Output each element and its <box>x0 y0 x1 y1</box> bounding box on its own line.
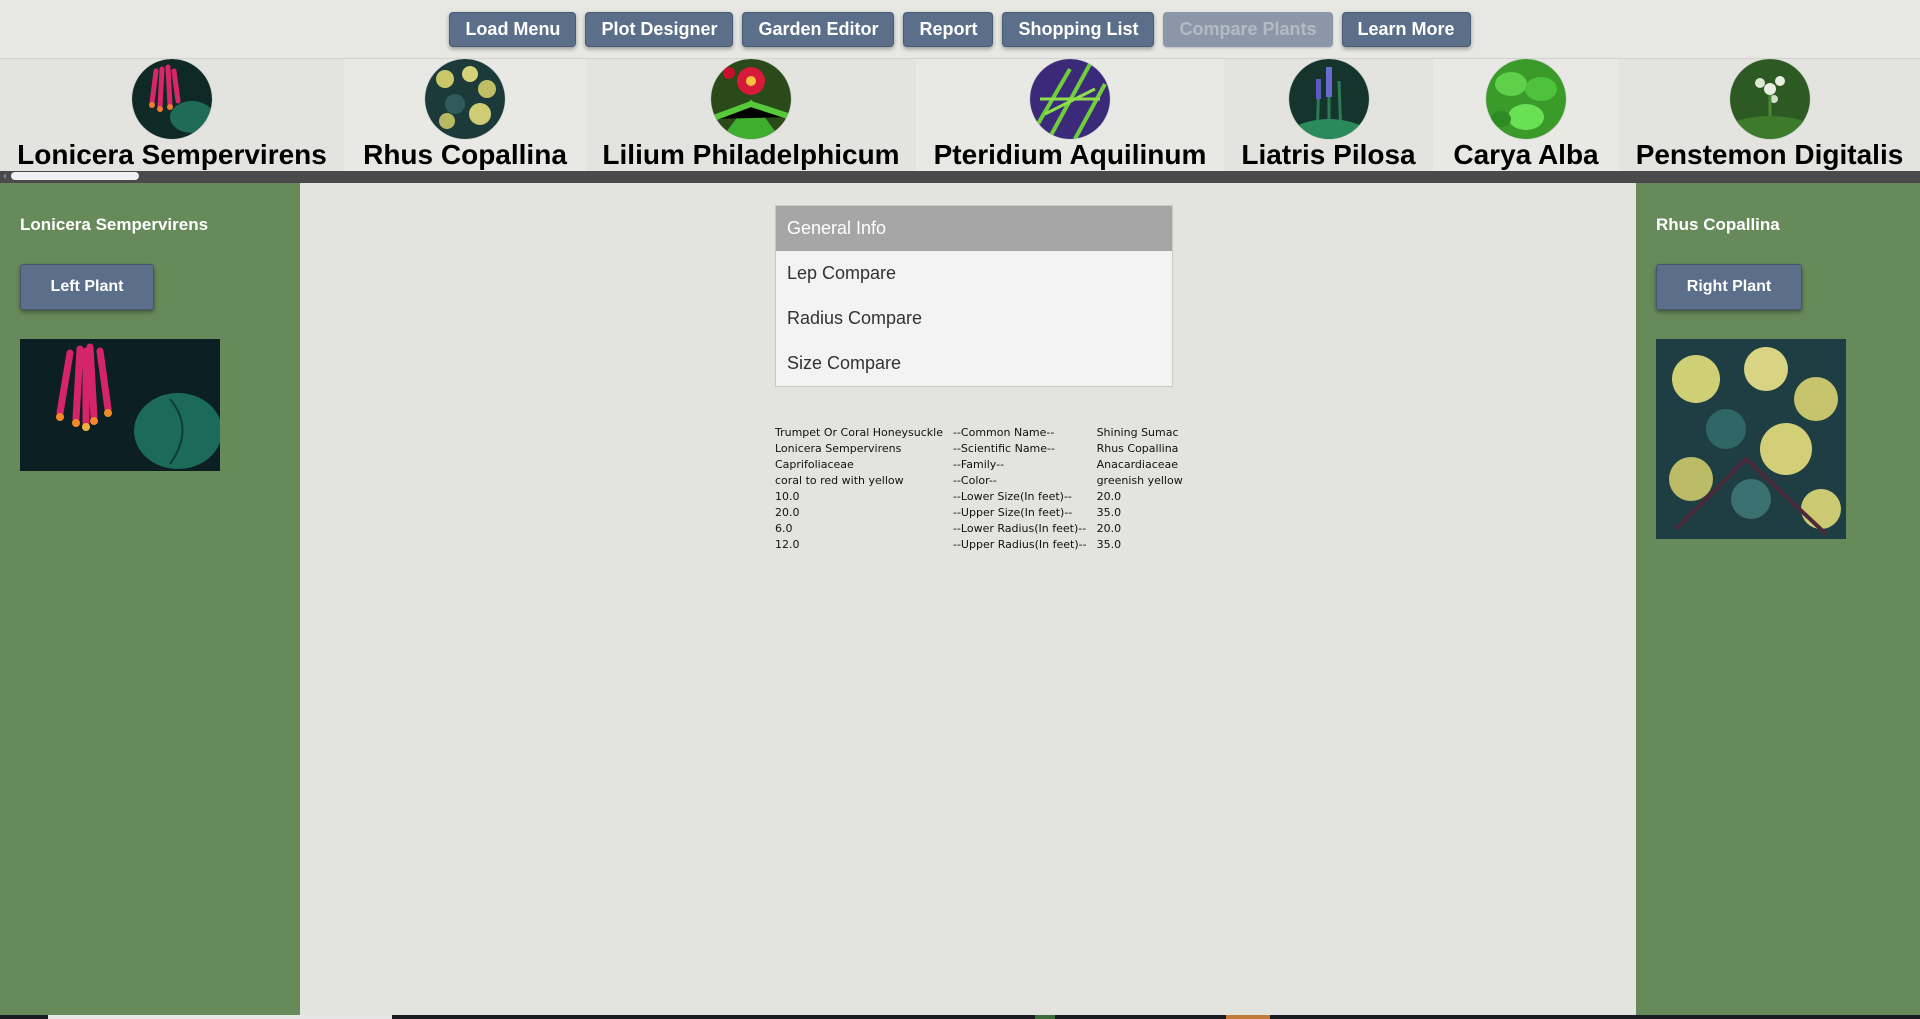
right-plant-image <box>1656 339 1846 539</box>
comparison-table: Trumpet Or Coral Honeysuckle --Common Na… <box>775 425 1193 553</box>
load-menu-button[interactable]: Load Menu <box>449 12 577 47</box>
right-value: 35.0 <box>1096 538 1122 551</box>
plant-card[interactable]: Liatris Pilosa <box>1224 59 1433 171</box>
right-plant-button[interactable]: Right Plant <box>1656 264 1802 310</box>
attribute-label: --Common Name-- <box>952 426 1055 439</box>
plant-name: Lonicera Sempervirens <box>17 139 327 170</box>
learn-more-button[interactable]: Learn More <box>1341 12 1471 47</box>
attribute-label: --Upper Radius(In feet)-- <box>952 538 1087 551</box>
scrollbar-thumb[interactable] <box>11 172 139 180</box>
table-row: 12.0 --Upper Radius(In feet)-- 35.0 <box>775 537 1193 553</box>
right-plant-title: Rhus Copallina <box>1656 215 1780 234</box>
scroll-left-arrow-icon[interactable]: ‹ <box>0 171 10 183</box>
right-plant-panel: Rhus Copallina Right Plant <box>1636 183 1920 1019</box>
attribute-label: --Family-- <box>952 458 1005 471</box>
taskbar-segment <box>1226 1015 1270 1019</box>
shopping-list-button[interactable]: Shopping List <box>1002 12 1155 47</box>
plant-thumbnail <box>1030 59 1110 139</box>
table-row: Lonicera Sempervirens --Scientific Name-… <box>775 441 1193 457</box>
plant-name: Pteridium Aquilinum <box>933 139 1207 170</box>
table-row: 6.0 --Lower Radius(In feet)-- 20.0 <box>775 521 1193 537</box>
right-value: Anacardiaceae <box>1096 458 1179 471</box>
plant-strip: Lonicera Sempervirens Rhus Copallina Lil… <box>0 59 1920 171</box>
left-value: Trumpet Or Coral Honeysuckle <box>775 426 943 439</box>
plant-card[interactable]: Penstemon Digitalis <box>1619 59 1920 171</box>
plant-thumbnail <box>1486 59 1566 139</box>
plant-card[interactable]: Rhus Copallina <box>344 59 586 171</box>
taskbar-segment <box>1035 1015 1055 1019</box>
report-button[interactable]: Report <box>903 12 994 47</box>
tab-lep-compare[interactable]: Lep Compare <box>776 251 1172 296</box>
plant-name: Lilium Philadelphicum <box>602 139 900 170</box>
taskbar-segment <box>48 1015 392 1019</box>
plant-name: Liatris Pilosa <box>1241 139 1416 170</box>
plant-strip-scrollbar[interactable]: ‹ <box>0 171 1920 183</box>
attribute-label: --Lower Radius(In feet)-- <box>952 522 1087 535</box>
attribute-label: --Upper Size(In feet)-- <box>952 506 1073 519</box>
tab-size-compare[interactable]: Size Compare <box>776 341 1172 386</box>
plant-card[interactable]: Pteridium Aquilinum <box>916 59 1224 171</box>
left-value: 12.0 <box>775 538 800 551</box>
left-plant-panel: Lonicera Sempervirens Left Plant <box>0 183 300 1019</box>
top-nav-bar: Load Menu Plot Designer Garden Editor Re… <box>0 0 1920 59</box>
tab-general-info[interactable]: General Info <box>776 206 1172 251</box>
plant-card[interactable]: Lilium Philadelphicum <box>586 59 916 171</box>
garden-editor-button[interactable]: Garden Editor <box>742 12 895 47</box>
plant-thumbnail <box>1729 59 1810 139</box>
right-value: Shining Sumac <box>1096 426 1179 439</box>
plant-thumbnail <box>425 59 505 139</box>
attribute-label: --Scientific Name-- <box>952 442 1055 455</box>
plant-card[interactable]: Carya Alba <box>1433 59 1619 171</box>
compare-tabs: General Info Lep Compare Radius Compare … <box>775 205 1173 387</box>
right-value: 35.0 <box>1096 506 1122 519</box>
left-plant-button[interactable]: Left Plant <box>20 264 154 310</box>
left-plant-image <box>20 339 220 471</box>
tab-radius-compare[interactable]: Radius Compare <box>776 296 1172 341</box>
table-row: 20.0 --Upper Size(In feet)-- 35.0 <box>775 505 1193 521</box>
plant-card[interactable]: Lonicera Sempervirens <box>0 59 344 171</box>
plant-name: Rhus Copallina <box>363 139 567 170</box>
compare-plants-button: Compare Plants <box>1163 12 1333 47</box>
plant-name: Penstemon Digitalis <box>1635 139 1904 170</box>
table-row: Caprifoliaceae --Family-- Anacardiaceae <box>775 457 1193 473</box>
taskbar-edge <box>0 1015 1920 1019</box>
plant-thumbnail <box>1288 59 1369 139</box>
attribute-label: --Color-- <box>952 474 997 487</box>
right-value: 20.0 <box>1096 522 1122 535</box>
right-value: greenish yellow <box>1096 474 1183 487</box>
left-value: Lonicera Sempervirens <box>775 442 902 455</box>
plant-thumbnail <box>711 59 791 139</box>
plant-thumbnail <box>132 59 212 139</box>
plot-designer-button[interactable]: Plot Designer <box>585 12 734 47</box>
left-value: 20.0 <box>775 506 800 519</box>
left-value: 6.0 <box>775 522 793 535</box>
plant-name: Carya Alba <box>1453 139 1599 170</box>
left-value: Caprifoliaceae <box>775 458 854 471</box>
left-value: 10.0 <box>775 490 800 503</box>
table-row: 10.0 --Lower Size(In feet)-- 20.0 <box>775 489 1193 505</box>
table-row: Trumpet Or Coral Honeysuckle --Common Na… <box>775 425 1193 441</box>
left-value: coral to red with yellow <box>775 474 904 487</box>
right-value: Rhus Copallina <box>1096 442 1179 455</box>
left-plant-title: Lonicera Sempervirens <box>20 215 209 234</box>
right-value: 20.0 <box>1096 490 1122 503</box>
table-row: coral to red with yellow --Color-- green… <box>775 473 1193 489</box>
attribute-label: --Lower Size(In feet)-- <box>952 490 1072 503</box>
